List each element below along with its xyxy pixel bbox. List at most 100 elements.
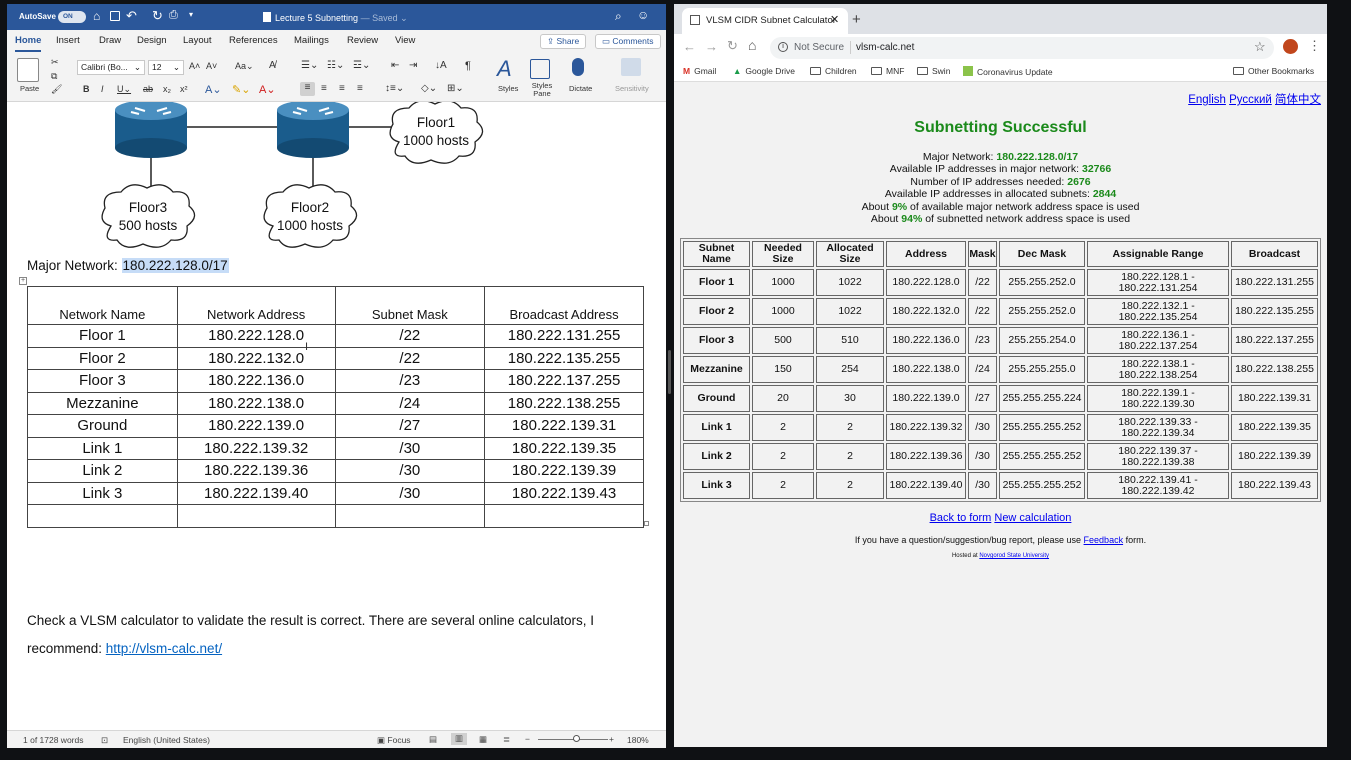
sort-icon[interactable]: ↓A (435, 60, 447, 71)
bold-icon[interactable]: B (83, 84, 90, 94)
new-calculation-link[interactable]: New calculation (994, 512, 1071, 524)
tab-references[interactable]: References (229, 35, 278, 46)
bookmark-gmail[interactable]: M Gmail (683, 66, 716, 76)
align-right-icon[interactable]: ≡ (339, 83, 345, 94)
highlight-icon[interactable]: ✎⌄ (232, 83, 250, 96)
back-to-form-link[interactable]: Back to form (930, 512, 992, 524)
word-count[interactable]: 1 of 1728 words (23, 735, 83, 745)
back-icon[interactable]: ← (683, 39, 696, 54)
table-resize-handle[interactable] (644, 521, 649, 526)
divider-handle[interactable] (668, 350, 671, 394)
proofing-icon[interactable]: ⊡ (101, 735, 108, 746)
cell-subnet-mask[interactable]: /22 (334, 346, 486, 370)
cell-network-name[interactable]: Link 2 (27, 459, 178, 483)
cell-broadcast-address[interactable]: 180.222.131.255 (484, 324, 644, 348)
cell-empty[interactable] (27, 504, 178, 528)
justify-icon[interactable]: ≡ (357, 83, 363, 94)
styles-icon[interactable]: A (497, 56, 512, 82)
new-tab-icon[interactable]: + (852, 11, 861, 28)
language-status[interactable]: English (United States) (123, 735, 210, 745)
print-icon[interactable]: ⎙ (169, 9, 178, 22)
cell-subnet-mask[interactable]: /22 (334, 324, 486, 348)
cell-empty[interactable] (176, 504, 336, 528)
address-bar[interactable]: i Not Secure vlsm-calc.net ☆ (770, 37, 1274, 59)
cell-broadcast-address[interactable]: 180.222.139.43 (484, 481, 644, 505)
bookmark-google-drive[interactable]: ▲ Google Drive (733, 66, 795, 76)
align-left-icon[interactable]: ≡ (300, 82, 315, 96)
table-move-handle-icon[interactable]: + (19, 277, 27, 285)
cell-network-address[interactable]: 180.222.138.0 (176, 391, 336, 415)
zoom-slider-thumb[interactable] (573, 735, 580, 742)
cell-empty[interactable] (484, 504, 644, 528)
close-tab-icon[interactable]: ✕ (830, 13, 839, 26)
line-spacing-icon[interactable]: ↕≡⌄ (385, 83, 404, 94)
focus-mode[interactable]: ▣ Focus (377, 735, 411, 746)
bullets-icon[interactable]: ☰⌄ (301, 60, 318, 71)
font-name-select[interactable]: Calibri (Bo... ⌄ (77, 60, 145, 75)
customize-toolbar-icon[interactable]: ▾ (189, 10, 193, 19)
cell-broadcast-address[interactable]: 180.222.139.39 (484, 459, 644, 483)
cell-subnet-mask[interactable]: /30 (334, 436, 486, 460)
vlsm-calc-link[interactable]: http://vlsm-calc.net/ (106, 641, 222, 656)
print-layout-icon[interactable]: ▥ (451, 733, 467, 745)
font-color-icon[interactable]: A⌄ (259, 83, 276, 96)
bookmark-children[interactable]: Children (810, 66, 857, 76)
underline-icon[interactable]: U⌄ (117, 84, 131, 95)
text-effects-icon[interactable]: A⌄ (205, 83, 222, 96)
cell-network-address[interactable]: 180.222.128.0 (176, 324, 336, 348)
tab-home[interactable]: Home (15, 35, 42, 52)
bookmark-mnf[interactable]: MNF (871, 66, 904, 76)
cell-network-address[interactable]: 180.222.139.40 (176, 481, 336, 505)
change-case-icon[interactable]: Aa⌄ (235, 61, 254, 72)
save-icon[interactable] (110, 11, 120, 21)
autosave-toggle[interactable]: ON (58, 11, 86, 23)
strikethrough-icon[interactable]: ab (143, 84, 153, 94)
tab-mailings[interactable]: Mailings (294, 35, 329, 46)
cell-network-address[interactable]: 180.222.139.36 (176, 459, 336, 483)
bookmark-coronavirus-update[interactable]: Coronavirus Update (963, 66, 1053, 77)
tab-review[interactable]: Review (347, 35, 378, 46)
info-icon[interactable]: i (778, 42, 788, 52)
shading-icon[interactable]: ◇⌄ (421, 83, 437, 94)
split-view-divider[interactable] (666, 0, 674, 760)
font-size-select[interactable]: 12 ⌄ (148, 60, 184, 75)
shrink-font-icon[interactable]: A˅ (206, 61, 217, 71)
share-button[interactable]: ⇪ Share (540, 34, 587, 49)
tab-insert[interactable]: Insert (56, 35, 80, 46)
cell-network-name[interactable]: Floor 2 (27, 346, 178, 370)
tab-design[interactable]: Design (137, 35, 167, 46)
url-text[interactable]: vlsm-calc.net (856, 42, 914, 53)
cell-subnet-mask[interactable]: /24 (334, 391, 486, 415)
borders-icon[interactable]: ⊞⌄ (447, 83, 464, 94)
cell-broadcast-address[interactable]: 180.222.135.255 (484, 346, 644, 370)
zoom-out-icon[interactable]: − (525, 734, 530, 744)
cell-subnet-mask[interactable]: /23 (334, 369, 486, 393)
cell-network-name[interactable]: Link 1 (27, 436, 178, 460)
major-network-value-selected[interactable]: 180.222.128.0/17 (121, 258, 229, 273)
cell-broadcast-address[interactable]: 180.222.138.255 (484, 391, 644, 415)
sensitivity-icon[interactable] (621, 58, 641, 76)
document-canvas[interactable]: Floor1 1000 hosts Floor3 500 hosts Floor2 1… (7, 102, 666, 730)
hosted-link[interactable]: Novgorod State University (979, 553, 1049, 559)
subscript-icon[interactable]: x₂ (163, 84, 171, 94)
cell-subnet-mask[interactable]: /27 (334, 414, 486, 438)
grow-font-icon[interactable]: A˄ (189, 61, 200, 71)
search-icon[interactable]: ⌕ (615, 9, 622, 24)
cell-network-name[interactable]: Floor 3 (27, 369, 178, 393)
cell-network-address[interactable]: 180.222.132.0 (176, 346, 336, 370)
cell-empty[interactable] (334, 504, 486, 528)
forward-icon[interactable]: → (705, 39, 718, 54)
align-center-icon[interactable]: ≡ (321, 83, 327, 94)
zoom-in-icon[interactable]: + (609, 734, 614, 744)
other-bookmarks[interactable]: Other Bookmarks (1233, 66, 1314, 76)
format-painter-icon[interactable]: 🖌 (51, 84, 62, 95)
lang-russian-link[interactable]: Русский (1229, 94, 1272, 106)
outline-icon[interactable]: ≣ (503, 734, 510, 745)
chrome-menu-icon[interactable]: ⋮ (1308, 38, 1321, 54)
tab-draw[interactable]: Draw (99, 35, 121, 46)
cell-subnet-mask[interactable]: /30 (334, 459, 486, 483)
cell-broadcast-address[interactable]: 180.222.137.255 (484, 369, 644, 393)
comments-button[interactable]: ▭ Comments (595, 34, 661, 49)
cell-network-address[interactable]: 180.222.139.0 (176, 414, 336, 438)
smiley-feedback-icon[interactable]: ☺ (637, 8, 649, 22)
